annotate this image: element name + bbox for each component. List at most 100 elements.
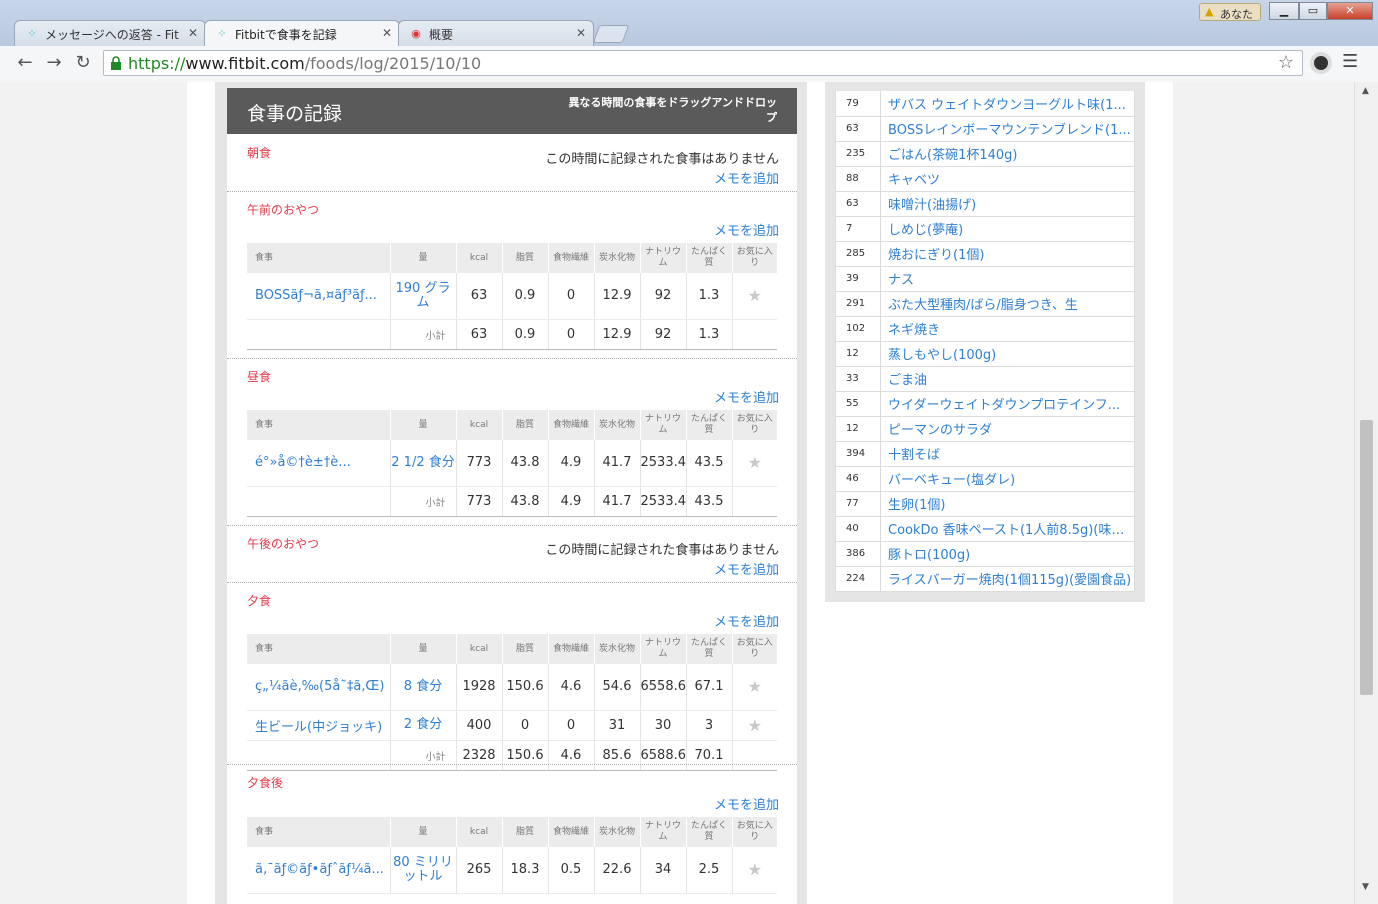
calorie-value: 12 [835,416,881,442]
col-sodium: ナトリウム [639,410,686,440]
meal-heading-morning-snack: 午前のおやつ [247,203,320,217]
table-row: 生ビール(中ジョッキ) 2 食分 400 0 0 31 30 3 ★ [247,710,777,741]
qty-link[interactable]: 190 グラム [389,273,456,320]
recent-food-link[interactable]: 生卵(1個) [880,491,1135,517]
add-memo-link[interactable]: メモを追加 [714,611,779,630]
meal-heading-after-dinner: 夕食後 [247,776,284,790]
qty-link[interactable]: 2 食分 [389,710,456,741]
meal-heading-lunch: 昼食 [247,370,272,384]
close-icon[interactable]: ✕ [576,26,586,40]
favorite-star-icon[interactable]: ★ [731,710,777,741]
add-memo-link[interactable]: メモを追加 [714,559,779,578]
reload-icon[interactable]: ↻ [72,52,94,74]
food-name-link[interactable]: BOSSãƒ¬ã‚¤ãƒ³ãƒ... [247,273,390,320]
close-icon[interactable]: ✕ [188,26,198,40]
carbs-value: 41.7 [593,486,640,517]
add-memo-link[interactable]: メモを追加 [714,794,779,813]
subtotal-row: 小計 2328 150.6 4.6 85.6 6588.6 70.1 [247,740,777,771]
recent-food-link[interactable]: ライスバーガー焼肉(1個115g)(愛園食品) [880,566,1135,592]
address-bar[interactable]: https://www.fitbit.com/foods/log/2015/10… [103,50,1303,76]
url-text: https://www.fitbit.com/foods/log/2015/10… [128,54,482,73]
col-fiber: 食物繊維 [547,410,594,440]
recent-food-link[interactable]: 味噌汁(油揚げ) [880,191,1135,217]
recent-food-link[interactable]: しめじ(夢庵) [880,216,1135,242]
fat-value: 0 [501,710,548,741]
tab-fitbit-foodlog[interactable]: ⁘ Fitbitで食事を記録 ✕ [204,20,400,47]
table-row: é°»å©†è±†è... 2 1/2 食分 773 43.8 4.9 41.7… [247,440,777,487]
meal-table-morning-snack: 食事 量 kcal 脂質 食物繊維 炭水化物 ナトリウム たんぱく質 お気に入り… [247,243,777,350]
calorie-value: 12 [835,341,881,367]
meal-divider [227,525,797,526]
qty-link[interactable]: 80 ミリリットル [389,847,456,894]
scroll-thumb[interactable] [1360,420,1373,695]
favorite-star-icon[interactable]: ★ [731,664,777,711]
tab-title: Fitbitで食事を記録 [235,28,337,42]
scroll-down-arrow-icon[interactable]: ▼ [1362,882,1369,892]
add-memo-link[interactable]: メモを追加 [714,387,779,406]
recent-food-link[interactable]: バーベキュー(塩ダレ) [880,466,1135,492]
window-close-button[interactable]: ✕ [1327,2,1373,20]
recent-food-link[interactable]: ザバス ウェイトダウンヨーグルト味(1... [880,91,1135,117]
calorie-value: 386 [835,541,881,567]
favorite-star-icon[interactable]: ★ [731,847,777,894]
recent-food-link[interactable]: CookDo 香味ペースト(1人前8.5g)(味の素) [880,516,1135,542]
sodium-value: 6588.6 [639,740,686,771]
recent-food-link[interactable]: ごはん(茶碗1杯140g) [880,141,1135,167]
food-name-link[interactable]: ã‚¯ãƒ©ãƒ•ãƒˆãƒ¼ã... [247,847,390,894]
tab-message-reply[interactable]: ⁘ メッセージへの返答 - Fit ✕ [14,20,206,46]
maximize-button[interactable]: ▭ [1299,2,1327,20]
recent-food-link[interactable]: 蒸しもやし(100g) [880,341,1135,367]
favorite-star-icon[interactable]: ★ [731,273,777,320]
minimize-button[interactable]: ▁ [1269,2,1299,20]
recent-food-link[interactable]: ピーマンのサラダ [880,416,1135,442]
recent-food-link[interactable]: ごま油 [880,366,1135,392]
add-memo-link[interactable]: メモを追加 [714,168,779,187]
add-memo-link[interactable]: メモを追加 [714,220,779,239]
recent-food-link[interactable]: ナス [880,266,1135,292]
recent-food-link[interactable]: キャベツ [880,166,1135,192]
fiber-value: 0 [547,273,594,320]
food-name-link[interactable]: 生ビール(中ジョッキ) [247,710,390,741]
sodium-value: 34 [639,847,686,894]
calorie-value: 394 [835,441,881,467]
recent-food-link[interactable]: 焼おにぎり(1個) [880,241,1135,267]
fiber-value: 4.9 [547,486,594,517]
table-row: ç„¼ãè‚‰(5å˜‡ã‚Œ) 8 食分 1928 150.6 4.6 54.… [247,664,777,711]
meal-divider [227,358,797,359]
recent-food-link[interactable]: 豚トロ(100g) [880,541,1135,567]
fat-value: 43.8 [501,486,548,517]
menu-icon[interactable]: ☰ [1342,51,1358,72]
col-favorite: お気に入り [731,817,777,847]
fiber-value: 0 [547,710,594,741]
list-item: 88 キャベツ [835,166,1135,192]
page-scrollbar[interactable]: ▲ ▼ [1354,82,1378,904]
qty-link[interactable]: 2 1/2 食分 [389,440,456,487]
empty-message: この時間に記録された食事はありません [545,543,779,558]
food-name-link[interactable]: é°»å©†è±†è... [247,440,390,487]
tab-overview[interactable]: ◉ 概要 ✕ [398,20,594,46]
col-favorite: お気に入り [731,410,777,440]
recent-food-link[interactable]: BOSSレインボーマウンテンブレンド(1... [880,116,1135,142]
bookmark-star-icon[interactable]: ☆ [1278,52,1294,73]
col-favorite: お気に入り [731,634,777,664]
fat-value: 0.9 [501,273,548,320]
food-name-link[interactable]: ç„¼ãè‚‰(5å˜‡ã‚Œ) [247,664,390,711]
fat-value: 43.8 [501,440,548,487]
forward-arrow-icon[interactable]: → [43,52,65,74]
list-item: 63 味噌汁(油揚げ) [835,191,1135,217]
empty-message: この時間に記録された食事はありません [545,152,779,167]
extension-icon[interactable] [1310,52,1332,74]
favorite-star-icon[interactable]: ★ [731,440,777,487]
col-kcal: kcal [455,817,502,847]
scroll-up-arrow-icon[interactable]: ▲ [1362,86,1369,96]
close-icon[interactable]: ✕ [382,26,392,40]
profile-badge[interactable]: ▲ あなた [1199,3,1261,21]
recent-food-link[interactable]: ネギ焼き [880,316,1135,342]
recent-food-link[interactable]: ウイダーウェイトダウンプロテインフ... [880,391,1135,417]
recent-food-link[interactable]: 十割そば [880,441,1135,467]
new-tab-button[interactable] [592,25,630,43]
back-arrow-icon[interactable]: ← [14,52,36,74]
list-item: 394 十割そば [835,441,1135,467]
qty-link[interactable]: 8 食分 [389,664,456,711]
recent-food-link[interactable]: ぶた大型種肉/ばら/脂身つき、生 [880,291,1135,317]
